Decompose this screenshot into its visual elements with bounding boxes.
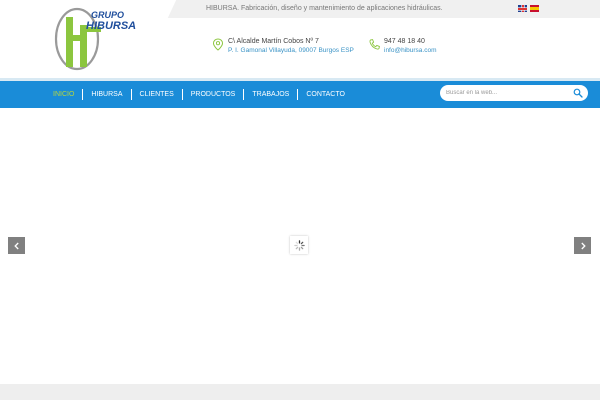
nav-item-clientes[interactable]: CLIENTES xyxy=(132,89,182,100)
phone-number[interactable]: 947 48 18 40 xyxy=(384,38,436,45)
search-box xyxy=(440,85,588,101)
hibursa-logo[interactable]: GRUPO HIBURSA xyxy=(52,5,144,71)
nav-item-contacto[interactable]: CONTACTO xyxy=(298,89,353,100)
contact-phone: 947 48 18 40 info@hibursa.com xyxy=(368,38,436,54)
logo-word-grupo: GRUPO xyxy=(91,10,124,20)
slider-next-button[interactable] xyxy=(574,237,591,254)
slider-loader xyxy=(290,236,308,254)
email-link[interactable]: info@hibursa.com xyxy=(384,47,436,54)
phone-icon xyxy=(369,39,380,50)
nav-item-trabajos[interactable]: TRABAJOS xyxy=(244,89,297,100)
nav-item-inicio[interactable]: INICIO xyxy=(45,89,82,100)
main-navigation: INICIO HIBURSA CLIENTES PRODUCTOS TRABAJ… xyxy=(0,78,600,108)
spain-flag-icon[interactable] xyxy=(530,5,539,12)
search-input[interactable] xyxy=(446,85,568,101)
language-selector xyxy=(518,5,539,12)
address-city: P. I. Gamonal Villayuda, 09007 Burgos ES… xyxy=(228,47,354,54)
page: HIBURSA. Fabricación, diseño y mantenimi… xyxy=(0,0,600,400)
search-icon[interactable] xyxy=(573,88,583,98)
location-pin-icon xyxy=(212,38,224,51)
nav-menu: INICIO HIBURSA CLIENTES PRODUCTOS TRABAJ… xyxy=(45,81,353,108)
contact-address: C\ Alcalde Martín Cobos Nº 7 P. I. Gamon… xyxy=(212,38,354,54)
chevron-right-icon xyxy=(580,242,586,249)
site-header: HIBURSA. Fabricación, diseño y mantenimi… xyxy=(0,0,600,78)
nav-bar: INICIO HIBURSA CLIENTES PRODUCTOS TRABAJ… xyxy=(0,81,600,108)
slider-prev-button[interactable] xyxy=(8,237,25,254)
nav-item-hibursa[interactable]: HIBURSA xyxy=(83,89,130,100)
hero-slider xyxy=(0,108,600,384)
nav-item-productos[interactable]: PRODUCTOS xyxy=(183,89,244,100)
top-bar: HIBURSA. Fabricación, diseño y mantenimi… xyxy=(180,0,600,18)
loading-spinner-icon xyxy=(293,239,305,251)
chevron-left-icon xyxy=(13,242,19,249)
tagline: HIBURSA. Fabricación, diseño y mantenimi… xyxy=(206,5,443,12)
logo-word-hibursa: HIBURSA xyxy=(86,20,136,32)
footer-strip xyxy=(0,384,600,400)
uk-flag-icon[interactable] xyxy=(518,5,527,12)
address-line: C\ Alcalde Martín Cobos Nº 7 xyxy=(228,38,319,45)
